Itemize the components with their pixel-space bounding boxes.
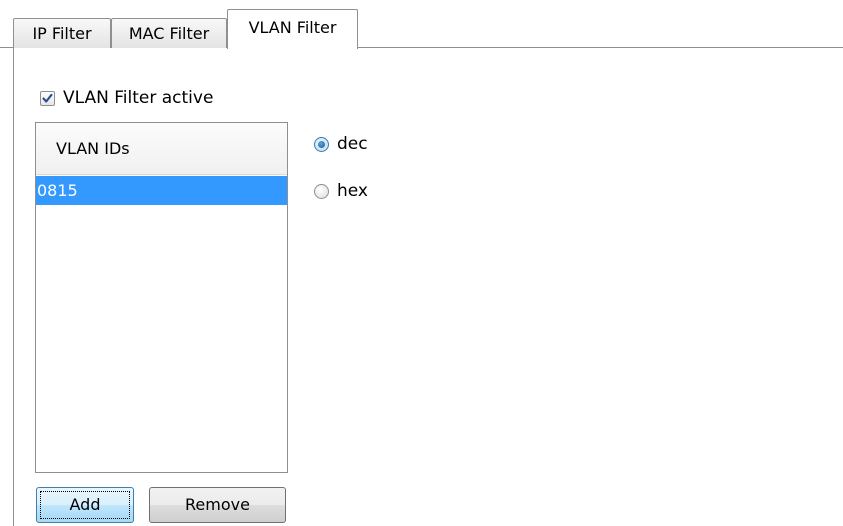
vlan-filter-active-checkbox[interactable] <box>40 90 55 106</box>
format-dec-radio[interactable] <box>314 136 329 152</box>
vlan-id-list[interactable]: VLAN IDs 0815 <box>35 122 288 473</box>
vlan-filter-active-label: VLAN Filter active <box>63 88 214 108</box>
vlan-filter-active-checkbox-row[interactable]: VLAN Filter active <box>40 87 213 109</box>
format-hex-option[interactable]: hex <box>314 180 368 202</box>
add-button[interactable]: Add <box>36 487 134 523</box>
remove-button-label: Remove <box>185 495 250 514</box>
tab-vlan-filter[interactable]: VLAN Filter <box>227 9 358 49</box>
format-dec-label: dec <box>337 134 368 154</box>
tab-strip: IP Filter MAC Filter VLAN Filter <box>0 0 843 50</box>
tab-ip-filter[interactable]: IP Filter <box>13 18 111 48</box>
format-dec-option[interactable]: dec <box>314 133 368 155</box>
tab-mac-filter[interactable]: MAC Filter <box>111 18 227 48</box>
format-hex-radio[interactable] <box>314 183 329 199</box>
radio-dot-icon <box>318 140 325 148</box>
format-hex-label: hex <box>337 181 368 201</box>
remove-button[interactable]: Remove <box>149 487 286 523</box>
vlan-id-column-header[interactable]: VLAN IDs <box>36 123 287 175</box>
filter-dialog: IP Filter MAC Filter VLAN Filter VLAN Fi… <box>0 0 843 526</box>
check-icon <box>42 93 53 103</box>
add-button-label: Add <box>69 495 101 514</box>
list-item[interactable]: 0815 <box>36 176 287 205</box>
